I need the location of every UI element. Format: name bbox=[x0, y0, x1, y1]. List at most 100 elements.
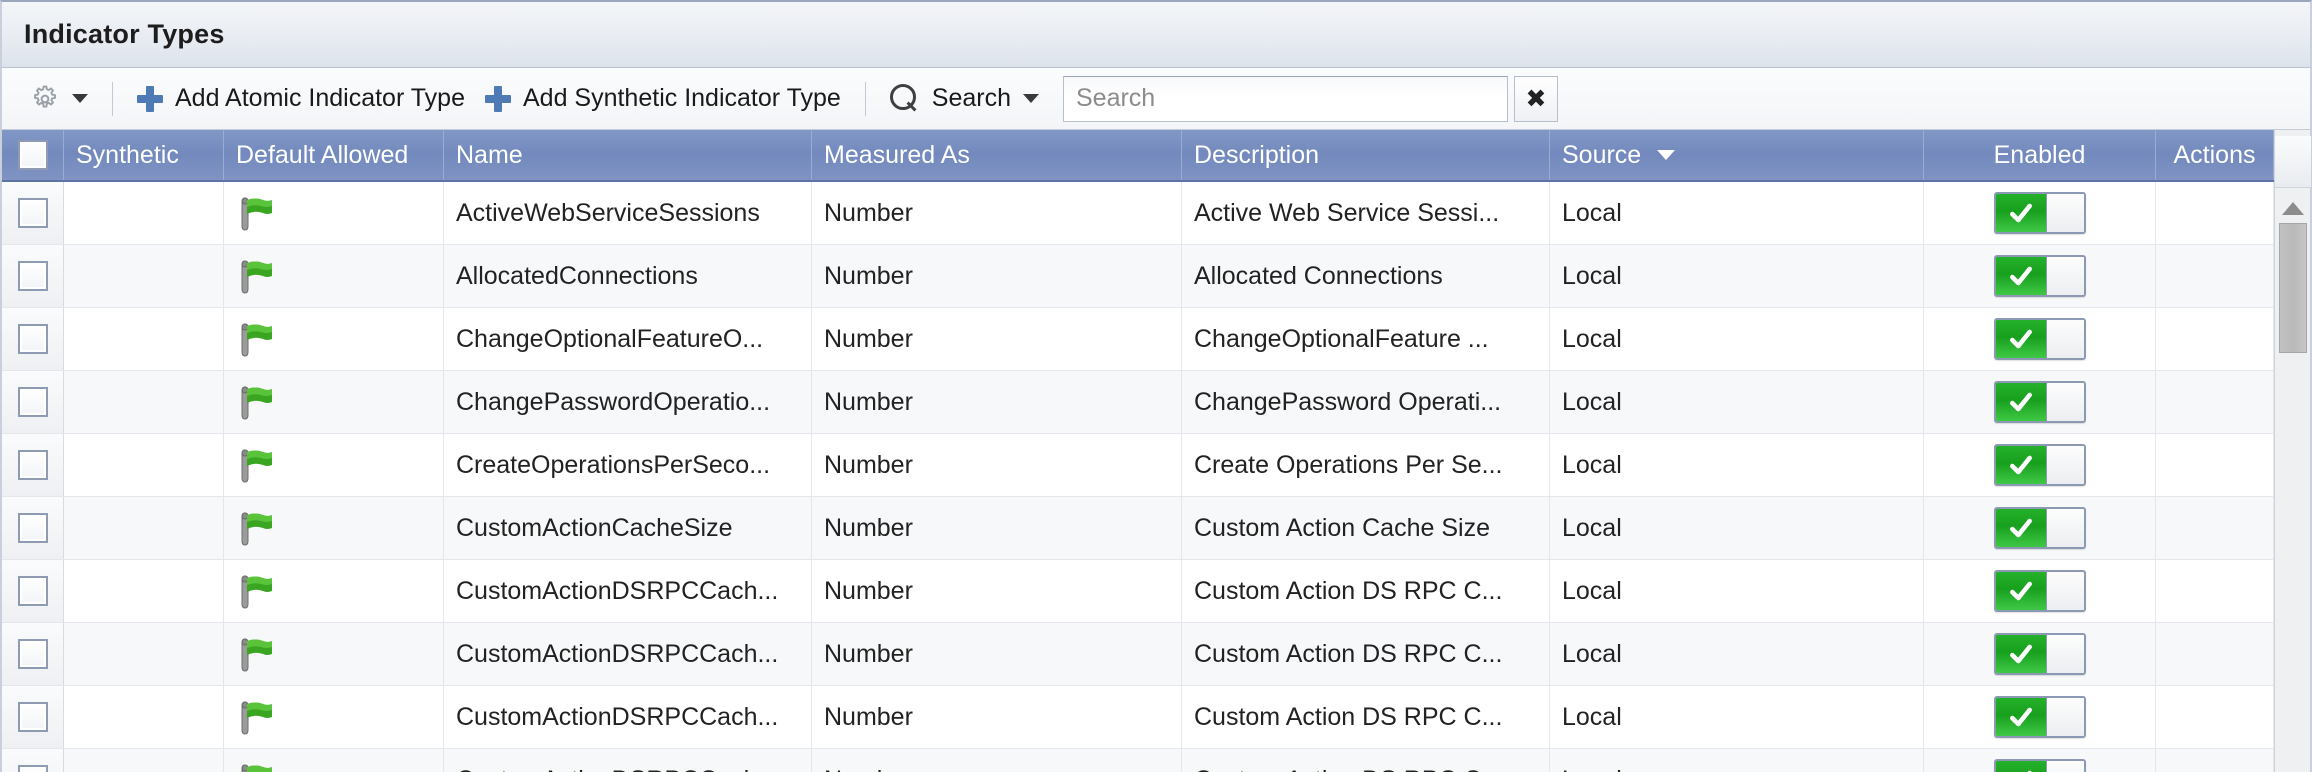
row-checkbox[interactable] bbox=[17, 513, 48, 543]
enabled-toggle[interactable] bbox=[1993, 759, 2086, 772]
check-icon bbox=[2009, 455, 2032, 475]
cell-actions[interactable] bbox=[2156, 623, 2274, 685]
cell-measured-as-value: Number bbox=[824, 702, 913, 731]
row-checkbox[interactable] bbox=[17, 450, 48, 480]
row-checkbox[interactable] bbox=[17, 261, 48, 291]
toolbar-divider-1 bbox=[112, 81, 113, 116]
toggle-on-side bbox=[1995, 257, 2046, 295]
settings-menu-button[interactable] bbox=[20, 75, 98, 123]
column-header-measured-as[interactable]: Measured As bbox=[812, 130, 1182, 180]
toggle-knob bbox=[2045, 698, 2084, 736]
chevron-down-icon bbox=[1023, 94, 1039, 103]
cell-actions[interactable] bbox=[2156, 434, 2274, 496]
table-row[interactable]: CustomActionDSRPCCach... Number Custom A… bbox=[2, 686, 2274, 749]
cell-description-value: Custom Action DS RPC C... bbox=[1194, 766, 1502, 772]
add-atomic-indicator-type-button[interactable]: Add Atomic Indicator Type bbox=[127, 75, 475, 123]
cell-measured-as: Number bbox=[812, 749, 1182, 772]
cell-actions[interactable] bbox=[2156, 308, 2274, 370]
column-header-default-allowed[interactable]: Default Allowed bbox=[224, 130, 444, 180]
cell-actions[interactable] bbox=[2156, 182, 2274, 244]
row-checkbox[interactable] bbox=[17, 702, 48, 732]
search-clear-button[interactable]: ✖ bbox=[1514, 75, 1558, 122]
toggle-on-side bbox=[1995, 761, 2046, 772]
cell-synthetic bbox=[64, 434, 224, 496]
table-row[interactable]: CustomActionDSRPCCach... Number Custom A… bbox=[2, 560, 2274, 623]
green-flag-icon bbox=[236, 445, 276, 485]
row-checkbox[interactable] bbox=[17, 387, 48, 417]
sort-descending-icon bbox=[1657, 150, 1676, 160]
cell-synthetic bbox=[64, 371, 224, 433]
check-icon bbox=[2009, 707, 2032, 727]
table-row[interactable]: CustomActionDSRPCCach... Number Custom A… bbox=[2, 623, 2274, 686]
cell-actions[interactable] bbox=[2156, 245, 2274, 307]
cell-measured-as-value: Number bbox=[824, 639, 913, 668]
search-menu-button[interactable]: Search bbox=[880, 75, 1049, 123]
column-header-label: Description bbox=[1194, 140, 1320, 169]
toggle-knob bbox=[2045, 320, 2084, 358]
row-checkbox[interactable] bbox=[17, 765, 48, 772]
toggle-on-side bbox=[1995, 572, 2046, 610]
scrollbar-track[interactable] bbox=[2279, 353, 2307, 772]
cell-source: Local bbox=[1550, 308, 1924, 370]
row-checkbox[interactable] bbox=[17, 324, 48, 354]
window-titlebar: Indicator Types bbox=[2, 2, 2310, 68]
enabled-toggle[interactable] bbox=[1993, 570, 2086, 612]
table-row[interactable]: CustomActionCacheSize Number Custom Acti… bbox=[2, 497, 2274, 560]
table-row[interactable]: CreateOperationsPerSeco... Number Create… bbox=[2, 434, 2274, 497]
vertical-scrollbar[interactable] bbox=[2274, 130, 2311, 772]
cell-actions[interactable] bbox=[2156, 749, 2274, 772]
column-header-source[interactable]: Source bbox=[1550, 130, 1924, 180]
column-header-synthetic[interactable]: Synthetic bbox=[64, 130, 224, 180]
search-input[interactable] bbox=[1063, 75, 1508, 122]
enabled-toggle[interactable] bbox=[1993, 255, 2086, 297]
cell-default-allowed bbox=[224, 182, 444, 244]
cell-synthetic bbox=[64, 497, 224, 559]
cell-description-value: Custom Action DS RPC C... bbox=[1194, 639, 1503, 668]
table-row[interactable]: AllocatedConnections Number Allocated Co… bbox=[2, 245, 2274, 308]
table-row[interactable]: ChangeOptionalFeatureO... Number ChangeO… bbox=[2, 308, 2274, 371]
select-all-header-cell bbox=[2, 130, 64, 180]
row-checkbox[interactable] bbox=[17, 639, 48, 669]
toggle-on-side bbox=[1995, 635, 2046, 673]
row-select-cell bbox=[2, 245, 64, 307]
column-header-enabled[interactable]: Enabled bbox=[1924, 130, 2156, 180]
enabled-toggle[interactable] bbox=[1993, 381, 2086, 423]
green-flag-icon bbox=[236, 760, 276, 772]
cell-source: Local bbox=[1550, 686, 1924, 748]
column-header-name[interactable]: Name bbox=[444, 130, 812, 180]
cell-source: Local bbox=[1550, 749, 1924, 772]
grid-body: ActiveWebServiceSessions Number Active W… bbox=[2, 182, 2274, 772]
enabled-toggle[interactable] bbox=[1993, 444, 2086, 486]
green-flag-icon bbox=[236, 571, 276, 611]
cell-enabled bbox=[1924, 182, 2156, 244]
enabled-toggle[interactable] bbox=[1993, 318, 2086, 360]
table-row[interactable]: ActiveWebServiceSessions Number Active W… bbox=[2, 182, 2274, 245]
cell-source: Local bbox=[1550, 371, 1924, 433]
column-header-label: Measured As bbox=[824, 140, 970, 169]
column-header-actions[interactable]: Actions bbox=[2156, 130, 2274, 180]
enabled-toggle[interactable] bbox=[1993, 192, 2086, 234]
row-select-cell bbox=[2, 749, 64, 772]
cell-description: Custom Action DS RPC C... bbox=[1182, 560, 1550, 622]
table-row[interactable]: ChangePasswordOperatio... Number ChangeP… bbox=[2, 371, 2274, 434]
add-synthetic-indicator-type-button[interactable]: Add Synthetic Indicator Type bbox=[475, 75, 851, 123]
cell-actions[interactable] bbox=[2156, 497, 2274, 559]
enabled-toggle[interactable] bbox=[1993, 696, 2086, 738]
cell-description-value: Custom Action DS RPC C... bbox=[1194, 702, 1503, 731]
triangle-up-icon[interactable] bbox=[2281, 202, 2304, 215]
row-checkbox[interactable] bbox=[17, 576, 48, 606]
scrollbar-thumb[interactable] bbox=[2278, 223, 2307, 353]
table-row[interactable]: CustomActionDSRPCCach... Number Custom A… bbox=[2, 749, 2274, 772]
cell-name-value: ChangePasswordOperatio... bbox=[456, 387, 771, 416]
cell-actions[interactable] bbox=[2156, 371, 2274, 433]
select-all-checkbox[interactable] bbox=[17, 140, 48, 170]
cell-measured-as-value: Number bbox=[824, 576, 913, 605]
enabled-toggle[interactable] bbox=[1993, 633, 2086, 675]
row-checkbox[interactable] bbox=[17, 198, 48, 228]
cell-description: ChangePassword Operati... bbox=[1182, 371, 1550, 433]
cell-actions[interactable] bbox=[2156, 560, 2274, 622]
cell-actions[interactable] bbox=[2156, 686, 2274, 748]
cell-name-value: CustomActionDSRPCCach... bbox=[456, 639, 779, 668]
enabled-toggle[interactable] bbox=[1993, 507, 2086, 549]
column-header-description[interactable]: Description bbox=[1182, 130, 1550, 180]
